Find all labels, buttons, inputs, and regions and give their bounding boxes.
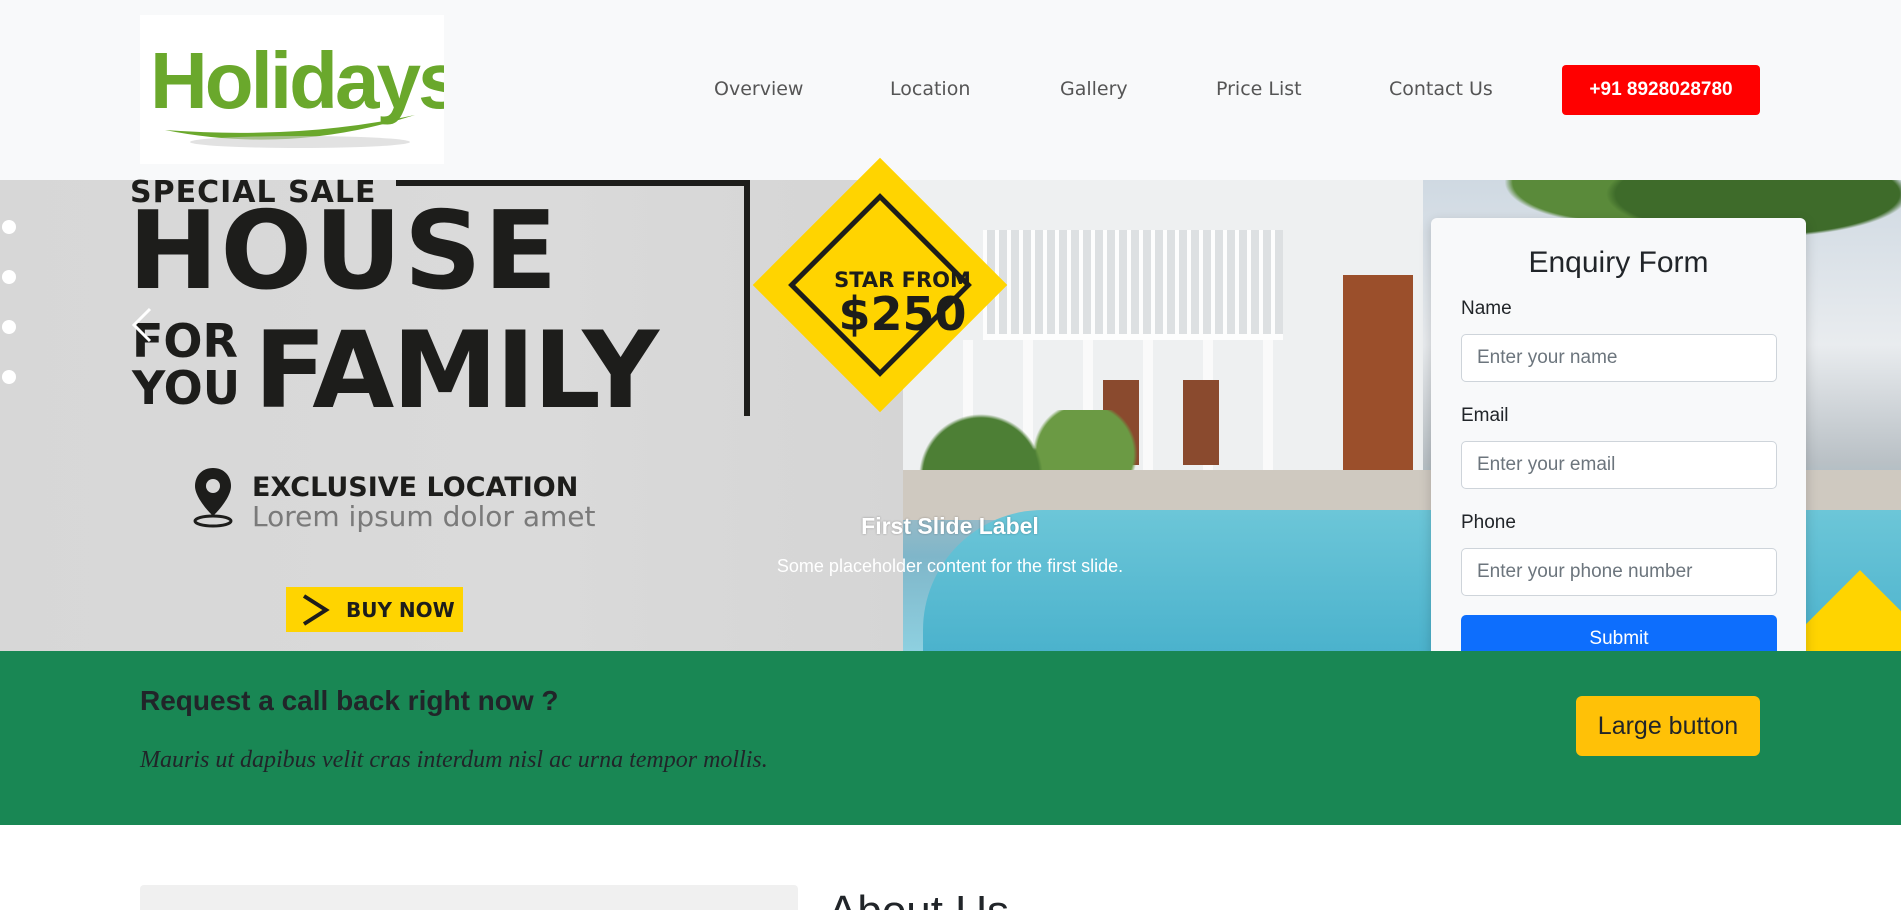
house-headline: HOUSE [128,189,560,314]
nav-link-contact-us[interactable]: Contact Us [1389,78,1493,100]
email-label: Email [1461,405,1509,426]
carousel-indicator-1[interactable] [2,220,16,234]
nav-link-overview[interactable]: Overview [714,78,803,100]
caption-text: Some placeholder content for the first s… [776,556,1124,576]
callback-title: Request a call back right now ? [140,685,559,716]
about-section: About Us [0,825,1901,910]
nav-link-gallery[interactable]: Gallery [1060,78,1128,100]
carousel-indicator-3[interactable] [2,320,16,334]
name-input[interactable] [1461,334,1777,382]
phone-input[interactable] [1461,548,1777,596]
name-label: Name [1461,298,1512,319]
price-text: $250 [838,287,967,341]
about-image [140,885,798,910]
large-button[interactable]: Large button [1576,696,1760,756]
carousel-prev-icon[interactable] [130,305,154,345]
about-title: About Us [828,887,1009,910]
buy-now-label: BUY NOW [346,597,455,622]
family-headline: FAMILY [254,309,659,432]
nav-link-price-list[interactable]: Price List [1216,78,1302,100]
caption-title: First Slide Label [861,513,1039,539]
carousel-indicator-4[interactable] [2,370,16,384]
phone-button[interactable]: +91 8928028780 [1562,65,1760,115]
enquiry-form: Enquiry Form Name Email Phone Submit [1431,218,1806,692]
location-pin-icon [193,468,233,528]
carousel-indicator-2[interactable] [2,270,16,284]
email-input[interactable] [1461,441,1777,489]
callback-band: Request a call back right now ? Mauris u… [0,651,1901,825]
chevron-right-icon [302,593,330,626]
form-title: Enquiry Form [1528,246,1709,279]
phone-label: Phone [1461,512,1516,533]
location-subtext: Lorem ipsum dolor amet [252,500,596,533]
navbar: Holidays Overview Location Gallery Price… [0,0,1901,180]
buy-now-badge: BUY NOW [286,587,463,632]
exclusive-location-text: EXCLUSIVE LOCATION [252,472,579,503]
nav-link-location[interactable]: Location [890,78,970,100]
callback-text: Mauris ut dapibus velit cras interdum ni… [140,747,768,773]
you-text: YOU [132,361,241,415]
